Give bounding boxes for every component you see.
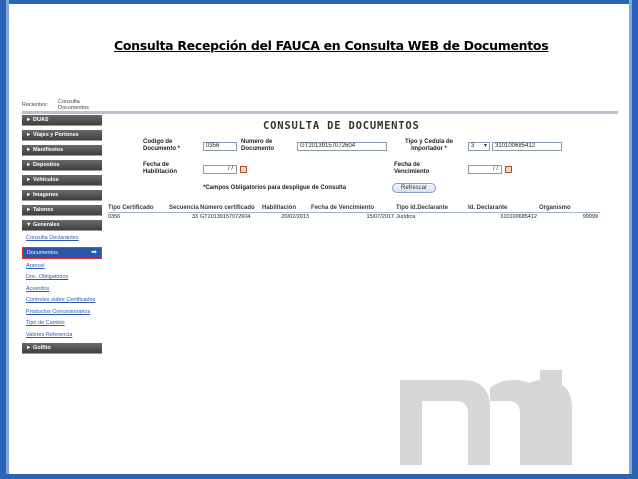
tipo-label: Tipo y Cedula de Importador * [405, 139, 453, 152]
sidebar-item-depositos[interactable]: ► Depositos [22, 160, 102, 171]
table-cell: 99999 [582, 214, 598, 220]
slide-frame-right-inner [629, 0, 632, 479]
sidebar-item-duas[interactable]: ► DUAS [22, 115, 102, 126]
sidebar-item-manifiestos[interactable]: ► Manifiestos [22, 145, 102, 156]
col-header[interactable]: Habilitación [262, 203, 311, 212]
numero-label: Numero de Documento [241, 139, 274, 152]
recent-label: Recientes: [22, 102, 48, 108]
col-header[interactable]: Número certificado [200, 203, 262, 212]
sidebar-sub-acuerdos[interactable]: Acuerdos [22, 286, 102, 293]
tipo-select-value: 3 [471, 143, 475, 149]
sidebar: ► DUAS ► Viajes y Portones ► Manifiestos… [22, 115, 102, 358]
table-cell: Jurídica [396, 214, 416, 220]
arrow-right-icon: ➡ [91, 248, 97, 256]
sidebar-item-viajes[interactable]: ► Viajes y Portones [22, 130, 102, 141]
sidebar-item-talones[interactable]: ► Talones [22, 205, 102, 216]
col-header[interactable]: Secuencia [169, 203, 200, 212]
chevron-down-icon: ▼ [483, 143, 488, 149]
tipo-select[interactable]: 3 ▼ [468, 142, 490, 151]
slide-frame-bottom [0, 474, 638, 479]
sidebar-item-vehiculos[interactable]: ► Vehiculos [22, 175, 102, 186]
fecha-vencimiento-input[interactable]: / / [468, 165, 502, 174]
table-cell: 15/07/2017 [366, 214, 394, 220]
col-header[interactable]: Organismo [539, 203, 600, 212]
slide-frame-right [632, 0, 638, 479]
sidebar-sub-doc-obligatorios[interactable]: Doc. Obligatorios [22, 274, 102, 281]
recent-link[interactable]: Consulta Documentos [58, 99, 98, 111]
calendar-icon[interactable] [505, 166, 512, 173]
required-note: *Campos Obligatorios para despligue de C… [203, 185, 347, 191]
results-header: Tipo Certificado Secuencia Número certif… [108, 203, 600, 213]
slide-frame-left-inner [6, 0, 9, 479]
table-cell: 0356 [108, 214, 121, 220]
sidebar-sub-documentos-label: Documentos [27, 249, 58, 256]
sidebar-sub-consulta-declarantes[interactable]: Consulta Declarantes [22, 235, 102, 242]
sidebar-sub-tipo-cambio[interactable]: Tipo de Cambio [22, 320, 102, 327]
slide-title: Consulta Recepción del FAUCA en Consulta… [114, 38, 549, 53]
refresh-button[interactable]: Refrescar [392, 183, 436, 193]
screenshot-panel: Recientes: Consulta Documentos ► DUAS ► … [22, 95, 618, 370]
codigo-input[interactable]: 0356 [203, 142, 237, 151]
col-header[interactable]: Id. Declarante [468, 203, 539, 212]
fecha-habilitacion-input[interactable]: / / [203, 165, 237, 174]
top-divider [22, 111, 618, 114]
results-table: Tipo Certificado Secuencia Número certif… [108, 203, 600, 222]
table-row[interactable]: 0356 33 GT20139157072604 20/02/2013 15/0… [108, 213, 600, 222]
fecha-habilitacion-label: Fecha de Habilitación [143, 162, 178, 175]
table-cell: 310100685412 [500, 214, 537, 220]
table-cell: 33 [191, 214, 198, 220]
sidebar-item-generales[interactable]: ▼ Generales [22, 220, 102, 231]
col-header[interactable]: Tipo Id.Declarante [396, 203, 468, 212]
sidebar-item-golfito[interactable]: ► Golfito [22, 343, 102, 354]
sidebar-item-imagenes[interactable]: ► Imagenes [22, 190, 102, 201]
calendar-icon[interactable] [240, 166, 247, 173]
cedula-input[interactable]: 310100685412 [492, 142, 562, 151]
slide-frame-top [0, 0, 638, 4]
codigo-label: Codigo de Documento * [143, 139, 181, 152]
page-title: CONSULTA DE DOCUMENTOS [263, 120, 420, 132]
sidebar-sub-productos[interactable]: Productos Concesionarios [22, 309, 102, 316]
sidebar-sub-documentos[interactable]: Documentos ➡ [22, 246, 102, 259]
sidebar-sub-controles[interactable]: Controles sobre Certificados [22, 297, 102, 304]
numero-input[interactable]: GT20139157072604 [297, 142, 387, 151]
col-header[interactable]: Fecha de Vencimiento [311, 203, 396, 212]
table-cell: 20/02/2013 [281, 214, 309, 220]
sidebar-sub-valores-referencia[interactable]: Valores Referencia [22, 332, 102, 339]
table-cell: GT20139157072604 [200, 214, 251, 220]
col-header[interactable]: Tipo Certificado [108, 203, 169, 212]
fecha-vencimiento-label: Fecha de Vencimiento [394, 162, 430, 175]
sidebar-sub-arancel[interactable]: Arancel [22, 263, 102, 270]
watermark-logo [400, 360, 572, 465]
